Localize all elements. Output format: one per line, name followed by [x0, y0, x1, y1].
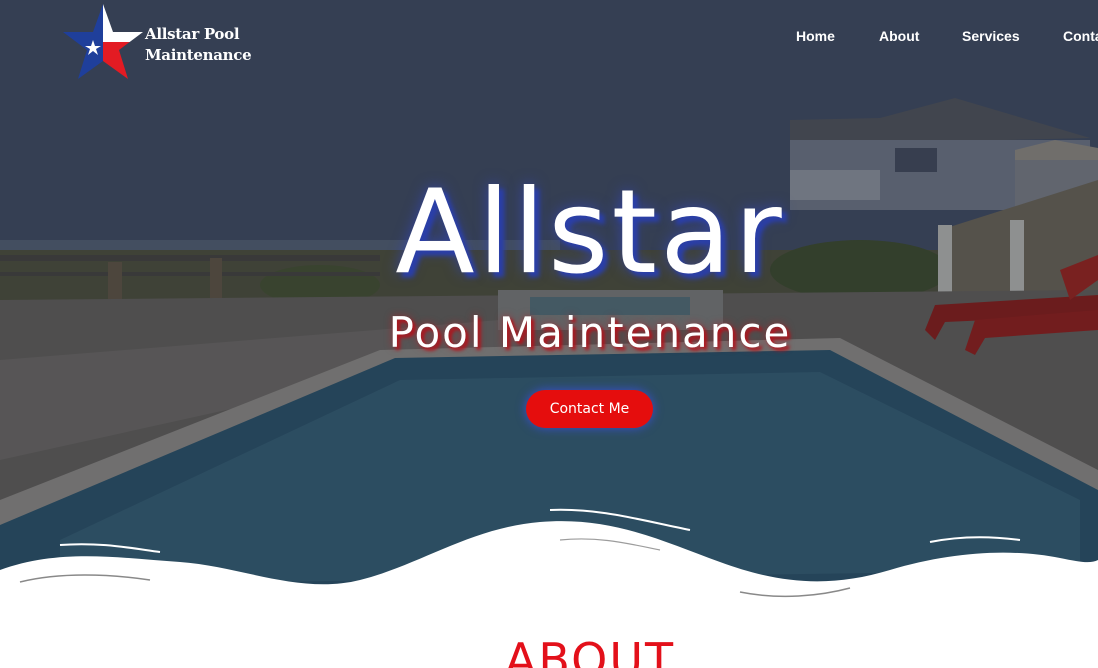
nav-item-contact[interactable]: Conta — [1063, 28, 1098, 44]
about-heading: ABOUT — [504, 633, 676, 668]
nav-item-about[interactable]: About — [879, 28, 919, 44]
nav-item-services[interactable]: Services — [962, 28, 1020, 44]
contact-me-button[interactable]: Contact Me — [526, 390, 653, 428]
logo-line-2: Maintenance — [145, 46, 252, 64]
nav-item-home[interactable]: Home — [796, 28, 835, 44]
main-nav: Home About Services Conta — [0, 28, 1098, 48]
page: Allstar Pool Maintenance Home About Serv… — [0, 0, 1098, 668]
hero-title: Allstar — [395, 165, 785, 300]
hero-subtitle: Pool Maintenance — [388, 308, 792, 357]
